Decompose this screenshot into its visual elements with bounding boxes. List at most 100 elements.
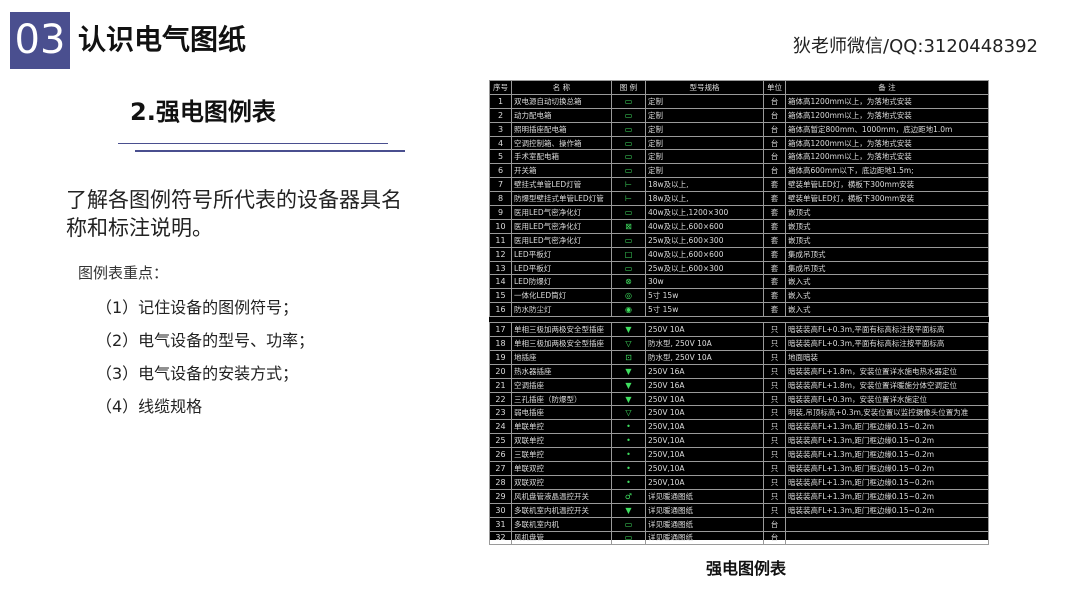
table-cell-model: 18w及以上,	[645, 177, 764, 193]
table-cell-unit: 套	[763, 177, 786, 193]
table-cell-no: 25	[489, 433, 512, 449]
contact-info: 狄老师微信/QQ:3120448392	[793, 36, 1038, 57]
table-row: 17 单相三极加两极安全型插座 ▼ 250V 10A 只暗装装高FL+0.3m,平面有标…	[489, 322, 989, 338]
table-row: 5 手术室配电箱 ▭ 定制台箱体高1200mm以上，为落地式安装	[489, 149, 989, 165]
table-cell-name: 动力配电箱	[511, 107, 612, 123]
table-row: 28 双联双控 • 250V,10A 只暗装装高FL+1.3m,距门框边缘0.15~0.…	[489, 474, 989, 490]
table-cell-model: 25w及以上,600×300	[645, 260, 764, 276]
table-cell-no: 26	[489, 447, 512, 463]
table-cell-name: LED防爆灯	[511, 274, 612, 290]
table-cell-name: 双电源自动切换总箱	[511, 93, 612, 109]
table-cell-unit: 台	[763, 107, 786, 123]
legend-symbol-icon: •	[611, 461, 646, 476]
table-cell-model: 详见暖通图纸	[645, 530, 764, 546]
legend-symbol-icon: ▼	[611, 502, 646, 518]
table-cell-no: 13	[489, 260, 512, 276]
table-cell-name: 手术室配电箱	[511, 149, 612, 165]
table-cell-name: 壁挂式单管LED灯管	[511, 177, 612, 193]
table-cell-model: 定制	[645, 121, 764, 137]
table-cell-name: 医用LED气密净化灯	[511, 205, 612, 220]
table-cell-model: 250V,10A	[645, 474, 764, 490]
table-cell-name: 多联机室内机	[511, 516, 612, 532]
table-cell-unit: 台	[763, 93, 786, 109]
table-cell-name: 防爆型壁挂式单管LED灯管	[511, 191, 612, 207]
table-cell-no: 12	[489, 246, 512, 262]
table-cell-no: 31	[489, 516, 512, 532]
table-cell-no: 14	[489, 274, 512, 290]
table-cell-unit: 套	[763, 302, 786, 318]
table-cell-name: 风机盘管液晶温控开关	[511, 488, 612, 504]
table-cell-model: 250V 16A	[645, 377, 764, 393]
table-cell-name: 单相三极加两极安全型插座	[511, 336, 612, 351]
table-row: 8 防爆型壁挂式单管LED灯管 ⊢ 18w及以上, 套壁装单管LED灯，横板下300mm…	[489, 191, 989, 207]
key-points-list: （1）记住设备的图例符号； （2）电气设备的型号、功率； （3）电气设备的安装方…	[96, 294, 314, 426]
legend-symbol-icon: •	[611, 447, 646, 463]
table-cell-note: 箱体高1200mm以上，为落地式安装	[785, 107, 989, 123]
table-cell-no: 4	[489, 135, 512, 151]
table-cell-note: 地面暗装	[785, 349, 989, 365]
table-cell-name: LED平板灯	[511, 246, 612, 262]
table-cell-model: 250V 10A	[645, 322, 764, 338]
table-cell-no: 16	[489, 302, 512, 318]
table-cell-name: 风机盘管	[511, 530, 612, 546]
table-cell-unit: 只	[763, 502, 786, 518]
table-cell-name: 医用LED气密净化灯	[511, 218, 612, 234]
table-cell-no: 5	[489, 149, 512, 165]
legend-symbol-icon: •	[611, 474, 646, 490]
table-cell-no: 15	[489, 288, 512, 304]
table-cell-model: 250V,10A	[645, 447, 764, 463]
table-cell-no: 17	[489, 322, 512, 338]
table-cell-model: 定制	[645, 135, 764, 151]
header-cell: 名 称	[511, 80, 612, 95]
table-cell-model: 防水型, 250V 10A	[645, 349, 764, 365]
table-cell-unit: 只	[763, 391, 786, 407]
table-cell-model: 18w及以上,	[645, 191, 764, 207]
key-point-item: （4）线缆规格	[96, 397, 203, 416]
table-cell-unit: 只	[763, 419, 786, 435]
legend-table-image: 序号 名 称 图 例 型号规格 单位 备 注 1 双电源自动切换总箱 ▭ 定制台箱体高…	[489, 80, 989, 546]
table-cell-model: 30w	[645, 274, 764, 290]
table-cell-unit: 套	[763, 205, 786, 220]
table-cell-model: 250V 16A	[645, 363, 764, 379]
legend-symbol-icon: ▭	[611, 149, 646, 165]
legend-symbol-icon: ▭	[611, 163, 646, 179]
table-cell-name: 地插座	[511, 349, 612, 365]
table-cell-model: 5寸 15w	[645, 302, 764, 318]
table-cell-note: 暗装装高FL+1.3m,距门框边缘0.15~0.2m	[785, 488, 989, 504]
table-row: 11 医用LED气密净化灯 ▭ 25w及以上,600×300 套嵌顶式	[489, 232, 989, 248]
table-cell-note: 箱体高1200mm以上，为落地式安装	[785, 93, 989, 109]
table-cell-name: 开关箱	[511, 163, 612, 179]
table-cell-unit: 套	[763, 246, 786, 262]
table-row: 9 医用LED气密净化灯 ▭ 40w及以上,1200×300 套嵌顶式	[489, 205, 989, 220]
table-row: 13 LED平板灯 ▭ 25w及以上,600×300 套集成吊顶式	[489, 260, 989, 276]
table-cell-model: 25w及以上,600×300	[645, 232, 764, 248]
table-cell-note: 明装,吊顶标高+0.3m,安装位置以监控摄像头位置为准	[785, 405, 989, 421]
table-cell-name: 热水器插座	[511, 363, 612, 379]
table-caption: 强电图例表	[706, 559, 787, 578]
table-cell-unit: 台	[763, 530, 786, 546]
legend-symbol-icon: •	[611, 433, 646, 449]
table-cell-note: 嵌顶式	[785, 205, 989, 220]
table-cell-model: 250V,10A	[645, 419, 764, 435]
table-cell-note: 嵌入式	[785, 302, 989, 318]
table-cell-no: 11	[489, 232, 512, 248]
table-cell-no: 8	[489, 191, 512, 207]
table-cell-note: 暗装装高FL+0.3m,平面有标高标注按平面标高	[785, 336, 989, 351]
legend-symbol-icon: ▼	[611, 322, 646, 338]
table-cell-note: 暗装装高FL+0.3m，安装位置详水施定位	[785, 391, 989, 407]
table-cell-model: 定制	[645, 149, 764, 165]
table-cell-name: 双联单控	[511, 433, 612, 449]
table-cell-name: 多联机室内机温控开关	[511, 502, 612, 518]
table-row: 6 开关箱 ▭ 定制台箱体高600mm以下，底边距地1.5m;	[489, 163, 989, 179]
table-row: 27 单联双控 • 250V,10A 只暗装装高FL+1.3m,距门框边缘0.15~0.…	[489, 461, 989, 476]
table-row: 29 风机盘管液晶温控开关 ♂ 详见暖通图纸只暗装装高FL+1.3m,距门框边缘0.1…	[489, 488, 989, 504]
table-row: 31 多联机室内机 ▭ 详见暖通图纸台	[489, 516, 989, 532]
table-cell-note: 暗装装高FL+1.3m,距门框边缘0.15~0.2m	[785, 502, 989, 518]
table-cell-name: 双联双控	[511, 474, 612, 490]
table-cell-note: 壁装单管LED灯，横板下300mm安装	[785, 191, 989, 207]
table-cell-unit: 套	[763, 191, 786, 207]
legend-symbol-icon: □	[611, 246, 646, 262]
table-row: 18 单相三极加两极安全型插座 ▽ 防水型, 250V 10A 只暗装装高FL+0.3m…	[489, 336, 989, 351]
legend-symbol-icon: ♂	[611, 488, 646, 504]
table-cell-unit: 套	[763, 260, 786, 276]
